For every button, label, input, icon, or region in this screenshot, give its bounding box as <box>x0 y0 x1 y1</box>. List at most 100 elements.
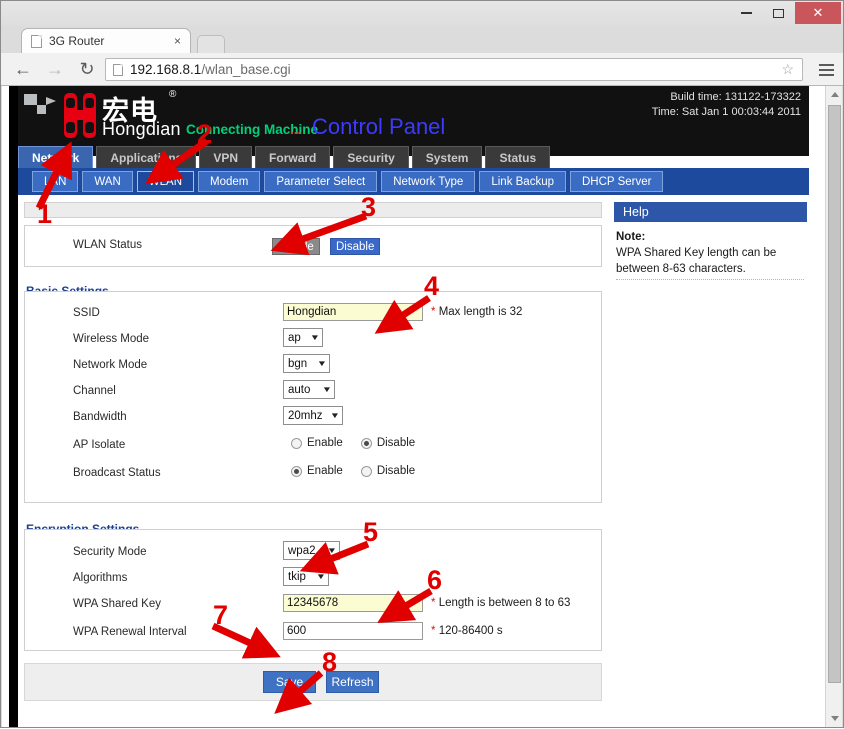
browser-tab-3g-router[interactable]: 3G Router × <box>21 28 191 53</box>
window-maximize-button[interactable] <box>763 2 793 24</box>
browser-window: ✕ 3G Router × ← → ↻ 192.168.8.1/wlan_bas… <box>0 0 844 728</box>
ap-isolate-enable-radio[interactable] <box>291 437 302 449</box>
annotation-number-3: 3 <box>361 192 377 222</box>
broadcast-status-radio-group: Enable Disable <box>291 465 433 477</box>
tab-network[interactable]: Network <box>18 146 94 168</box>
tab-applications[interactable]: Applications <box>96 146 197 168</box>
wpa-renewal-interval-input[interactable]: 600 <box>283 622 423 640</box>
wlan-status-label: WLAN Status <box>73 239 143 251</box>
wpa-renewal-interval-hint: * 120-86400 s <box>431 625 503 637</box>
wireless-mode-select[interactable]: ap ▼ <box>283 328 323 347</box>
subtab-modem[interactable]: Modem <box>198 171 261 192</box>
chevron-down-icon: ▼ <box>315 572 327 581</box>
save-button[interactable]: Save <box>263 671 316 693</box>
window-titlebar: ✕ <box>1 1 843 26</box>
menu-hamburger-icon[interactable] <box>815 59 837 80</box>
window-minimize-button[interactable] <box>731 2 761 24</box>
brand-name-english: Hongdian <box>102 119 181 139</box>
subtab-parameter-select[interactable]: Parameter Select <box>264 171 378 192</box>
network-mode-select[interactable]: bgn ▼ <box>283 354 330 373</box>
address-bar[interactable]: 192.168.8.1/wlan_base.cgi ☆ <box>105 58 803 81</box>
scroll-up-arrow-icon[interactable] <box>826 86 842 103</box>
back-arrow-icon[interactable]: ← <box>13 60 33 78</box>
wlan-enable-button[interactable]: Enable <box>272 238 320 255</box>
tagline-dots: ... <box>290 122 302 137</box>
subtab-network-type[interactable]: Network Type <box>381 171 476 192</box>
new-tab-button[interactable] <box>197 35 225 53</box>
ssid-input[interactable]: Hongdian <box>283 303 423 321</box>
wpa-shared-key-input[interactable]: 12345678 <box>283 594 423 612</box>
subtab-wlan[interactable]: WLAN <box>136 171 195 192</box>
wireless-mode-value: ap <box>288 331 301 344</box>
basic-settings-panel: SSID Hongdian * Max length is 32 Wireles… <box>24 291 602 503</box>
window-close-button[interactable]: ✕ <box>795 2 841 24</box>
tab-status[interactable]: Status <box>485 146 551 168</box>
page-document-icon <box>113 63 123 76</box>
hongdian-pixel-logo-icon <box>24 94 56 116</box>
wlan-status-panel: WLAN Status Enable Disable <box>24 225 602 267</box>
algorithms-select[interactable]: tkip ▼ <box>283 567 329 586</box>
subtab-wan[interactable]: WAN <box>82 171 133 192</box>
scrollbar-thumb[interactable] <box>828 105 841 683</box>
url-host: 192.168.8.1 <box>130 62 202 77</box>
close-icon: ✕ <box>812 5 824 20</box>
forward-arrow-icon[interactable]: → <box>45 60 65 78</box>
wpa-renewal-interval-label: WPA Renewal Interval <box>73 626 187 638</box>
wlan-disable-button[interactable]: Disable <box>330 238 381 255</box>
scroll-down-arrow-icon[interactable] <box>826 710 842 727</box>
wpa-shared-key-hint: * Length is between 8 to 63 <box>431 597 570 609</box>
required-star-icon: * <box>431 597 436 609</box>
router-page: 宏电 ® Hongdian Connecting Machine ... Con… <box>2 86 825 727</box>
annotation-number-7: 7 <box>213 600 229 630</box>
content-top-strip <box>24 202 602 218</box>
subtab-lan[interactable]: LAN <box>32 171 79 192</box>
ssid-label: SSID <box>73 307 100 319</box>
broadcast-status-label: Broadcast Status <box>73 467 161 479</box>
tab-system[interactable]: System <box>411 146 483 168</box>
help-divider <box>616 279 804 280</box>
help-panel-note: Note: WPA Shared Key length can be betwe… <box>616 229 806 277</box>
reload-icon[interactable]: ↻ <box>77 60 97 78</box>
required-star-icon: * <box>431 625 436 637</box>
chevron-down-icon: ▼ <box>316 359 328 368</box>
broadcast-disable-radio[interactable] <box>360 465 372 477</box>
hongdian-h-logo-icon <box>64 93 98 138</box>
channel-select[interactable]: auto ▼ <box>283 380 335 399</box>
tab-security[interactable]: Security <box>333 146 409 168</box>
subtab-dhcp-server[interactable]: DHCP Server <box>570 171 664 192</box>
ap-isolate-disable-label: Disable <box>376 437 416 449</box>
main-navigation-tabs: Network Applications VPN Forward Securit… <box>18 146 809 168</box>
help-panel-title: Help <box>614 202 807 222</box>
chevron-down-icon: ▼ <box>329 411 341 420</box>
algorithms-value: tkip <box>288 570 306 583</box>
chevron-down-icon: ▼ <box>326 546 338 555</box>
browser-toolbar: ← → ↻ 192.168.8.1/wlan_base.cgi ☆ <box>1 53 843 86</box>
ap-isolate-disable-radio[interactable] <box>360 437 372 449</box>
channel-value: auto <box>288 383 311 396</box>
tab-close-icon[interactable]: × <box>174 34 181 48</box>
url-path: /wlan_base.cgi <box>201 62 291 77</box>
form-action-bar: Save Refresh <box>24 663 602 701</box>
help-note-label: Note: <box>616 231 646 243</box>
bookmark-star-icon[interactable]: ☆ <box>781 61 794 78</box>
sub-navigation-tabs: LAN WAN WLAN Modem Parameter Select Netw… <box>18 168 809 195</box>
security-mode-select[interactable]: wpa2 ▼ <box>283 541 340 560</box>
required-star-icon: * <box>431 306 436 318</box>
wpa-shared-key-label: WPA Shared Key <box>73 598 161 610</box>
ap-isolate-radio-group: Enable Disable <box>291 437 433 449</box>
wpa-renewal-hint-text: 120-86400 s <box>438 625 503 637</box>
help-note-text: WPA Shared Key length can be between 8-6… <box>616 247 777 275</box>
annotation-number-8: 8 <box>322 647 338 677</box>
security-mode-label: Security Mode <box>73 546 147 558</box>
broadcast-enable-radio[interactable] <box>291 465 302 477</box>
subtab-link-backup[interactable]: Link Backup <box>479 171 566 192</box>
broadcast-disable-label: Disable <box>376 465 416 477</box>
ap-isolate-label: AP Isolate <box>73 439 126 451</box>
tab-forward[interactable]: Forward <box>255 146 331 168</box>
page-vertical-scrollbar[interactable] <box>825 86 842 727</box>
build-info: Build time: 131122-173322 Time: Sat Jan … <box>652 90 801 120</box>
page-viewport: 宏电 ® Hongdian Connecting Machine ... Con… <box>2 86 842 727</box>
bandwidth-select[interactable]: 20mhz ▼ <box>283 406 343 425</box>
address-bar-url: 192.168.8.1/wlan_base.cgi <box>130 62 291 77</box>
tab-vpn[interactable]: VPN <box>199 146 253 168</box>
